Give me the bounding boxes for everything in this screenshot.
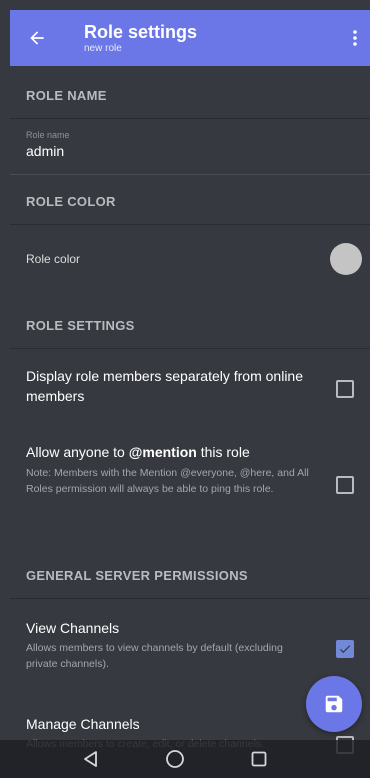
role-color-label: Role color [26, 252, 81, 266]
title-group: Role settings new role [64, 22, 340, 55]
mention-title-bold: @mention [128, 444, 197, 460]
mention-title-suffix: this role [196, 444, 250, 460]
setting-row-allow-mention[interactable]: Allow anyone to @mention this role Note:… [26, 442, 366, 532]
role-name-value: admin [26, 143, 65, 159]
settings-content: ROLE NAME Role name admin ROLE COLOR Rol… [10, 66, 370, 778]
more-vertical-icon [353, 30, 357, 46]
divider [10, 174, 370, 175]
permission-description: Allows members to view channels by defau… [26, 642, 283, 670]
save-button[interactable] [306, 676, 362, 732]
app-bar: Role settings new role [10, 10, 370, 66]
setting-title-mention: Allow anyone to @mention this role [26, 442, 366, 462]
section-header-role-name: ROLE NAME [26, 88, 107, 103]
setting-description: Note: Members with the Mention @everyone… [26, 467, 309, 495]
view-channels-checkbox[interactable] [336, 640, 354, 658]
section-header-role-color: ROLE COLOR [26, 194, 116, 209]
section-header-role-settings: ROLE SETTINGS [26, 318, 135, 333]
role-name-field[interactable]: Role name admin [10, 130, 370, 170]
check-icon [339, 645, 351, 654]
circle-home-icon [166, 750, 184, 768]
allow-mention-checkbox[interactable] [336, 476, 354, 494]
divider [10, 118, 370, 119]
back-button[interactable] [10, 10, 64, 66]
screen: Role settings new role ROLE NAME Role na… [0, 0, 370, 778]
role-color-row[interactable]: Role color [10, 242, 370, 276]
save-icon [325, 695, 343, 713]
permission-row-view-channels[interactable]: View Channels Allows members to view cha… [26, 618, 366, 682]
divider [10, 598, 370, 599]
divider [10, 224, 370, 225]
display-separately-checkbox[interactable] [336, 380, 354, 398]
arrow-left-icon [30, 31, 44, 45]
role-name-label: Role name [26, 130, 70, 140]
permission-title: View Channels [26, 620, 120, 636]
nav-recents-button[interactable] [247, 747, 271, 771]
setting-row-display-separately[interactable]: Display role members separately from onl… [26, 366, 366, 416]
role-color-swatch[interactable] [330, 243, 362, 275]
setting-title: Display role members separately from onl… [26, 368, 303, 404]
page-subtitle: new role [84, 42, 122, 54]
nav-back-button[interactable] [79, 747, 103, 771]
nav-home-button[interactable] [163, 747, 187, 771]
more-options-button[interactable] [340, 10, 370, 66]
square-recents-icon [251, 751, 267, 767]
system-navigation-bar [0, 740, 370, 778]
triangle-back-icon [84, 751, 97, 767]
divider [10, 348, 370, 349]
section-header-general-permissions: GENERAL SERVER PERMISSIONS [26, 568, 248, 583]
page-title: Role settings [84, 21, 198, 42]
mention-title-prefix: Allow anyone to [26, 444, 129, 460]
